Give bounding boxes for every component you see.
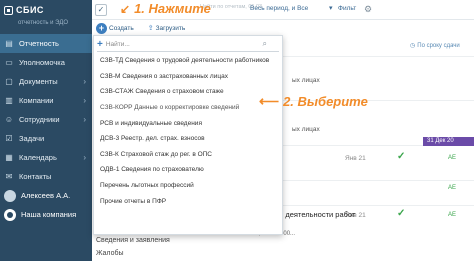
menu-item[interactable]: ОДВ-1 Сведения по страхователю bbox=[94, 162, 282, 178]
upload-icon: ⇪ bbox=[147, 25, 154, 32]
annotation-text: 2. Выберите bbox=[283, 94, 368, 109]
search-placeholder: Найти... bbox=[105, 41, 130, 48]
logo[interactable]: СБИС bbox=[0, 0, 92, 20]
create-dropdown: + Найти... ⌕ СЗВ-ТД Сведения о трудовой … bbox=[93, 35, 283, 235]
sidebar-item-companies[interactable]: ▥ Компании › bbox=[0, 91, 92, 110]
sidebar-item-upolnomochka[interactable]: ▭ Уполномочка bbox=[0, 53, 92, 72]
sidebar-item-employees[interactable]: ☺ Сотрудники › bbox=[0, 110, 92, 129]
action-toolbar: + Создать ⇪ Загрузить bbox=[92, 20, 474, 36]
search-icon[interactable]: ⌕ bbox=[263, 39, 267, 49]
sidebar-item-label: Компании bbox=[19, 96, 54, 105]
plus-icon: + bbox=[97, 39, 103, 50]
calendar-icon: ▦ bbox=[5, 153, 13, 162]
row-text: ых лицах bbox=[292, 126, 320, 133]
annotation-step2: ⟵ 2. Выберите bbox=[259, 93, 368, 110]
menu-item[interactable]: ДСВ-3 Реестр. дел. страх. взносов bbox=[94, 131, 282, 147]
sidebar-item-label: Отчетность bbox=[19, 39, 59, 48]
period-filter[interactable]: Весь период, и Все bbox=[250, 5, 308, 12]
chevron-right-icon: › bbox=[83, 77, 86, 86]
company-name: Наша компания bbox=[21, 210, 77, 219]
sidebar-item-label: Сотрудники bbox=[19, 115, 60, 124]
sidebar: СБИС отчетность и ЭДО ▤ Отчетность ▭ Упо… bbox=[0, 0, 92, 261]
sidebar-item-label: Уполномочка bbox=[19, 58, 65, 67]
annotation-step1: ↙ 1. Нажмите bbox=[120, 1, 211, 16]
row-date: Янв 21 bbox=[345, 155, 366, 162]
avatar bbox=[4, 189, 16, 202]
create-label: Создать bbox=[109, 24, 134, 32]
status-badge: АЕ bbox=[448, 155, 457, 161]
menu-item[interactable]: Перечень льготных профессий bbox=[94, 178, 282, 194]
create-button[interactable]: + Создать bbox=[96, 22, 134, 35]
folder-icon: ▢ bbox=[5, 77, 13, 86]
annotation-text: 1. Нажмите bbox=[134, 1, 211, 16]
row-text: ых лицах bbox=[292, 77, 320, 84]
date-group-badge: 31 Дек 20 bbox=[423, 137, 474, 146]
menu-item[interactable]: Прочие отчеты в ПФР bbox=[94, 193, 282, 209]
sort-label: По сроку сдачи bbox=[417, 42, 460, 49]
company-icon bbox=[4, 208, 16, 221]
sidebar-item-contacts[interactable]: ✉ Контакты bbox=[0, 167, 92, 186]
sidebar-item-reporting[interactable]: ▤ Отчетность bbox=[0, 34, 92, 53]
sidebar-item-documents[interactable]: ▢ Документы › bbox=[0, 72, 92, 91]
sidebar-item-label: Календарь bbox=[19, 153, 57, 162]
sort-by-deadline[interactable]: ◷ По сроку сдачи bbox=[410, 42, 460, 50]
chevron-right-icon: › bbox=[83, 153, 86, 162]
menu-item[interactable]: СЗВ-К Страховой стаж до рег. в ОПС bbox=[94, 147, 282, 163]
menu-item[interactable]: СЗВ-КОРР Данные о корректировке сведений bbox=[94, 100, 282, 116]
tasks-icon: ☑ bbox=[5, 134, 13, 143]
side-list-item[interactable]: Сведения и заявления bbox=[96, 237, 170, 244]
report-icon: ▤ bbox=[5, 39, 13, 48]
side-list-item[interactable]: Жалобы bbox=[96, 250, 124, 257]
upload-label: Загрузить bbox=[155, 24, 186, 32]
sidebar-item-label: Задачи bbox=[19, 134, 45, 143]
logo-icon bbox=[4, 5, 13, 15]
chevron-right-icon: › bbox=[83, 96, 86, 105]
org-line: отчетность и ЭДО bbox=[18, 20, 69, 26]
menu-item[interactable]: СЗВ-СТАЖ Сведения о страховом стаже bbox=[94, 84, 282, 100]
doc-icon: ▭ bbox=[5, 58, 13, 67]
status-badge: АЕ bbox=[448, 185, 457, 191]
checkmark-icon[interactable]: ✓ bbox=[95, 3, 107, 16]
chevron-right-icon: › bbox=[83, 115, 86, 124]
sidebar-item-label: Контакты bbox=[19, 172, 52, 181]
contacts-icon: ✉ bbox=[5, 172, 13, 181]
dropdown-search[interactable]: + Найти... ⌕ bbox=[97, 38, 279, 52]
chevron-down-icon[interactable]: ▾ bbox=[329, 4, 333, 12]
settings-icon[interactable]: ⚙ bbox=[364, 4, 372, 15]
filter-button[interactable]: Фильт bbox=[338, 5, 356, 12]
clock-icon: ◷ bbox=[410, 43, 416, 49]
menu-item[interactable]: СЗВ-ТД Сведения о трудовой деятельности … bbox=[94, 53, 282, 69]
menu-item[interactable]: СЗВ-М Сведения о застрахованных лицах bbox=[94, 69, 282, 85]
sidebar-item-calendar[interactable]: ▦ Календарь › bbox=[0, 148, 92, 167]
menu-item[interactable]: РСВ и индивидуальные сведения bbox=[94, 115, 282, 131]
sidebar-item-label: Документы bbox=[19, 77, 58, 86]
people-icon: ☺ bbox=[4, 115, 14, 124]
arrow-down-left-icon: ↙ bbox=[120, 1, 131, 16]
upload-button[interactable]: ⇪ Загрузить bbox=[147, 24, 186, 33]
sidebar-item-tasks[interactable]: ☑ Задачи bbox=[0, 129, 92, 148]
company-switcher[interactable]: Наша компания bbox=[0, 205, 92, 224]
check-icon: ✓ bbox=[397, 151, 406, 162]
plus-icon: + bbox=[96, 22, 107, 34]
logo-text: СБИС bbox=[16, 5, 44, 15]
building-icon: ▥ bbox=[5, 96, 13, 105]
arrow-left-icon: ⟵ bbox=[259, 93, 280, 109]
user-name: Алексеев А.А. bbox=[21, 191, 71, 200]
user-profile[interactable]: Алексеев А.А. bbox=[0, 186, 92, 205]
